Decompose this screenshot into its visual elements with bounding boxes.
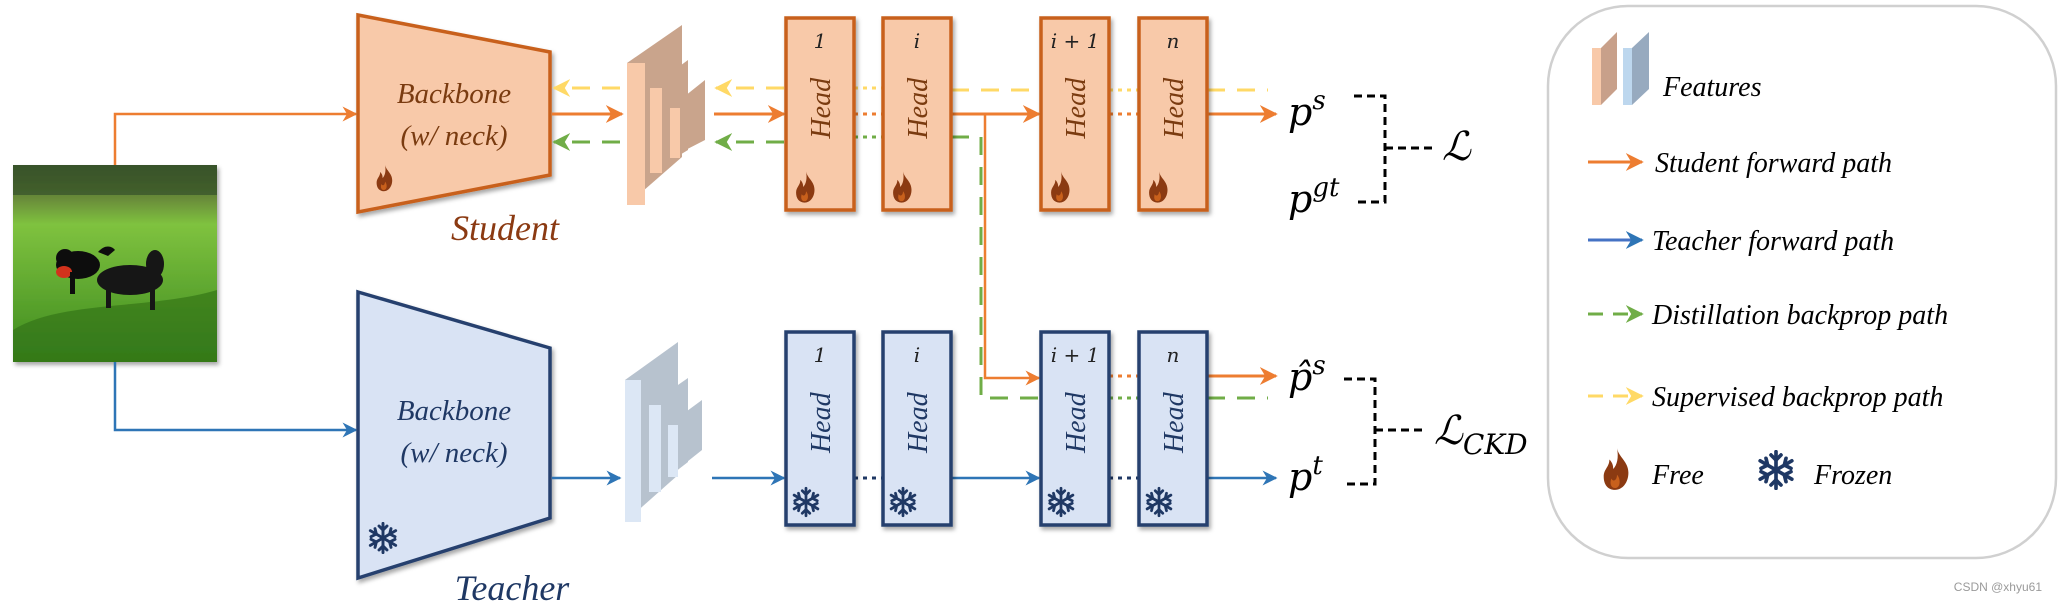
ckd-diagram: Backbone (w/ neck) Student Backbone (w/ … [13, 4, 2058, 608]
head-index: 1 [814, 29, 827, 53]
legend-teacher-forward: Teacher forward path [1652, 226, 1894, 257]
teacher-backbone-title: Backbone [397, 395, 511, 427]
output-p-hat-s: p̂s [1288, 351, 1326, 399]
legend-frozen: Frozen [1813, 460, 1892, 491]
student-backbone-title: Backbone [397, 78, 511, 110]
output-p-gt: pgt [1288, 173, 1340, 221]
head-index: i + 1 [1051, 29, 1100, 53]
teacher-heads: 1 Head i Head i + 1 Head n Head [784, 330, 1209, 527]
student-forward-input-arrow [113, 106, 358, 165]
svg-text:p̂s: p̂s [1288, 351, 1326, 399]
legend: Features Student forward path Teacher fo… [1546, 4, 2058, 560]
legend-student-forward: Student forward path [1655, 148, 1892, 179]
teacher-forward-input-arrow [113, 362, 358, 438]
teacher-head-1: 1 Head [784, 330, 856, 527]
teacher-feature-stack [625, 342, 702, 522]
legend-free: Free [1651, 460, 1704, 491]
head-index: 1 [814, 343, 827, 367]
teacher-label: Teacher [455, 568, 571, 608]
student-backbone: Backbone (w/ neck) [356, 12, 552, 215]
svg-text:ps: ps [1288, 86, 1326, 134]
student-to-teacher-head-arrow [983, 114, 1041, 386]
watermark: CSDN @xhyu61 [1953, 580, 2042, 594]
output-p-s: ps [1288, 86, 1326, 134]
loss-supervised: ℒ [1442, 124, 1472, 170]
student-head-1: 1 Head [784, 16, 856, 212]
head-label: Head [1159, 77, 1190, 140]
head-index: i + 1 [1051, 343, 1100, 367]
student-label: Student [451, 208, 560, 248]
legend-distill-backprop: Distillation backprop path [1651, 300, 1948, 331]
head-index: n [1167, 343, 1180, 367]
head-label: Head [903, 391, 934, 454]
head-label: Head [903, 77, 934, 140]
student-backbone-subtitle: (w/ neck) [400, 120, 507, 152]
output-p-t: pt [1288, 451, 1323, 499]
teacher-head-3: i + 1 Head [1039, 330, 1111, 527]
input-image [13, 165, 217, 362]
teacher-head-2: i Head [881, 330, 953, 527]
head-label: Head [806, 391, 837, 454]
teacher-backbone: Backbone (w/ neck) [356, 289, 552, 581]
student-feature-stack [627, 25, 705, 205]
loss-bracket-supervised [1354, 94, 1435, 204]
student-head-3: i + 1 Head [1039, 16, 1111, 212]
teacher-backbone-subtitle: (w/ neck) [400, 437, 507, 469]
svg-text:pgt: pgt [1288, 173, 1340, 221]
head-label: Head [1061, 391, 1092, 454]
svg-text:pt: pt [1288, 451, 1323, 499]
loss-ckd: ℒCKD [1434, 408, 1528, 461]
head-index: i [914, 343, 920, 367]
head-label: Head [1159, 391, 1190, 454]
head-index: n [1167, 29, 1180, 53]
student-head-2: i Head [881, 16, 953, 212]
legend-features: Features [1662, 72, 1762, 103]
student-head-4: n Head [1137, 16, 1209, 212]
legend-supervised-backprop: Supervised backprop path [1652, 382, 1943, 413]
teacher-head-4: n Head [1137, 330, 1209, 527]
loss-bracket-ckd [1344, 377, 1425, 486]
head-label: Head [1061, 77, 1092, 140]
head-index: i [914, 29, 920, 53]
distill-backprop-cross-path [951, 135, 1041, 400]
head-label: Head [806, 77, 837, 140]
